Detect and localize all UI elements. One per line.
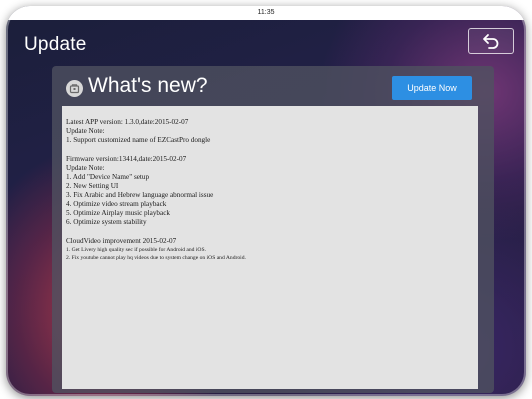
note-line: Firmware version:13414,date:2015-02-07 <box>66 155 187 163</box>
note-line: 2. New Setting UI <box>66 182 119 190</box>
cloudvideo-notes-section: CloudVideo improvement 2015-02-07 1. Get… <box>66 237 478 262</box>
firmware-notes-section: Firmware version:13414,date:2015-02-07 U… <box>66 155 478 227</box>
note-line: 6. Optimize system stability <box>66 218 147 226</box>
panel-title: What's new? <box>88 74 208 97</box>
status-bar: 11:35 <box>6 6 526 20</box>
note-line: 3. Fix Arabic and Hebrew language abnorm… <box>66 191 214 199</box>
back-arrow-icon <box>483 34 499 49</box>
panel-header: What's new? Update Now <box>52 66 494 102</box>
device-screen: 11:35 Update What's new? Update Now Late… <box>6 6 526 396</box>
release-notes: Latest APP version: 1.3.0,date:2015-02-0… <box>62 106 478 389</box>
note-line: Update Note: <box>66 164 105 172</box>
note-line: CloudVideo improvement 2015-02-07 <box>66 237 177 245</box>
update-package-icon <box>66 80 83 97</box>
note-line: 1. Get Livery high quality sec if possib… <box>66 247 206 253</box>
whats-new-panel: What's new? Update Now Latest APP versio… <box>52 66 494 393</box>
note-line: Latest APP version: 1.3.0,date:2015-02-0… <box>66 118 189 126</box>
note-line: 1. Support customized name of EZCastPro … <box>66 136 211 144</box>
page-title: Update <box>24 34 87 55</box>
back-button[interactable] <box>468 28 514 54</box>
note-line: 4. Optimize video stream playback <box>66 200 167 208</box>
note-line: 1. Add "Device Name" setup <box>66 173 150 181</box>
note-line: Update Note: <box>66 127 105 135</box>
status-time: 11:35 <box>257 9 275 16</box>
update-now-button[interactable]: Update Now <box>392 76 472 100</box>
app-notes-section: Latest APP version: 1.3.0,date:2015-02-0… <box>66 118 478 145</box>
note-line: 2. Fix youtube cannot play hq videos due… <box>66 255 246 261</box>
note-line: 5. Optimize Airplay music playback <box>66 209 170 217</box>
